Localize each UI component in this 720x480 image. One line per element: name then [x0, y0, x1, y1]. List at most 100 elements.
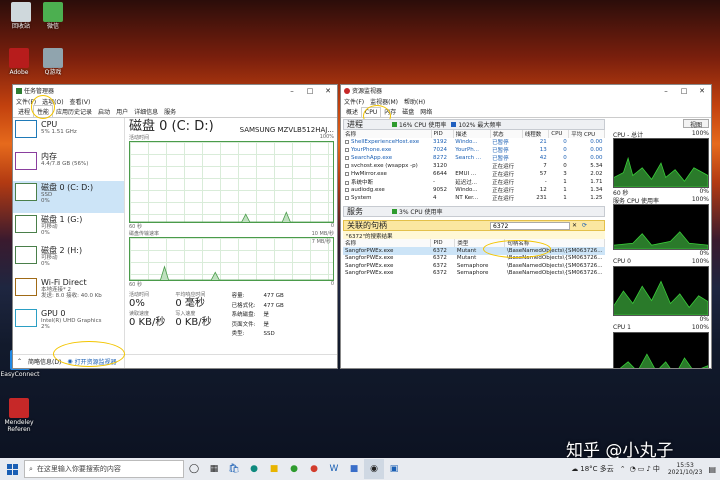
menu-file[interactable]: 文件(F) — [344, 97, 364, 106]
services-section-header[interactable]: 服务 3% CPU 使用率 — [343, 206, 605, 217]
table-row[interactable]: System 4 NT Ker... 正在运行 231 1 1.25 — [343, 194, 605, 202]
desktop-icon-adobe[interactable]: Adobe — [0, 48, 38, 76]
tab-network[interactable]: 网络 — [417, 106, 435, 117]
chevron-up-icon[interactable]: ⌃ — [17, 358, 22, 365]
cloud-icon: ☁ — [571, 465, 579, 473]
task-manager-window: 任务管理器 – □ ✕ 文件(F) 选项(O) 查看(V) 进程 性能 应用历史记录… — [12, 84, 338, 369]
desktop-icon-wechat[interactable]: 微信 — [34, 2, 72, 30]
windows-icon — [6, 463, 18, 475]
tray-icons[interactable]: ◔▭♪中 — [630, 464, 662, 474]
resource-monitor-tabs: 概述 CPU 内存 磁盘 网络 — [341, 106, 711, 118]
search-icon: ⌕ — [29, 464, 33, 473]
resource-monitor-window: 资源监视器 – □ ✕ 文件(F) 监视器(M) 帮助(H) 概述 CPU 内存 磁… — [340, 84, 712, 369]
resource-monitor-title-icon — [344, 87, 350, 94]
file-explorer-icon[interactable]: ■ — [264, 459, 284, 479]
taskbar: ⌕ 在这里输入你要搜索的内容 ◯ ▦ 🛍 ● ■ ● ● W ■ ◉ ▣ ☁ 18°… — [0, 458, 720, 480]
table-row[interactable]: SangforPWEx.exe 6372 Mutant \BaseNamedObjec… — [343, 255, 605, 263]
sidebar-item-memory[interactable]: 内存 4.4/7.8 GB (56%) — [13, 150, 124, 182]
table-row[interactable]: SangforPWEx.exe 6372 Mutant \BaseNamedObjec… — [343, 247, 605, 255]
cpu1-graph — [613, 332, 709, 368]
tab-startup[interactable]: 启动 — [95, 106, 113, 117]
sidebar-item-wifi-direct[interactable]: Wi-Fi Direct 本地连接* 2 发送: 8.0 接收: 40.0 Kb — [13, 276, 124, 308]
table-row[interactable]: svchost.exe (wsappx -p) 3120 正在运行 7 0 5.34 — [343, 162, 605, 170]
tray-chevron-icon[interactable]: ⌃ — [620, 465, 626, 473]
cpu-total-graph — [613, 138, 709, 188]
handles-table: 名称 PID 类型 句柄名称 SangforPWEx.exe 6372 Mutant \Ba… — [343, 239, 605, 277]
disk-detail-panel: 磁盘 0 (C: D:) SAMSUNG MZVLB512HAJ... 活动时间 1… — [129, 118, 334, 354]
maximize-icon[interactable]: □ — [301, 87, 319, 95]
disk1-graph-thumb — [15, 214, 37, 233]
app-icon[interactable]: ■ — [344, 459, 364, 479]
start-button[interactable] — [0, 459, 24, 479]
edge-icon[interactable]: ● — [244, 459, 264, 479]
resource-monitor-taskbar-icon[interactable]: ◉ — [364, 459, 384, 479]
cpu-graph-thumb — [15, 120, 37, 138]
table-row[interactable]: ShellExperienceHost.exe 3192 Windo... 已暂停 21… — [343, 138, 605, 146]
service-cpu-graph — [613, 204, 709, 250]
tab-app-history[interactable]: 应用历史记录 — [53, 106, 95, 117]
disk0-graph-thumb — [15, 183, 37, 201]
search-result-caption: "6372"的搜索结果 — [343, 231, 605, 240]
table-row[interactable]: audiodg.exe 9052 Windo... 正在运行 12 1 1.34 — [343, 186, 605, 194]
desktop-icon-mendeley[interactable]: Mendeley Referen — [0, 398, 38, 433]
wechat-icon — [43, 2, 63, 22]
cpu-left-pane: 进程 16% CPU 使用率 102% 最大频率 名称 PID 描述 状态 线程数 CPU… — [343, 119, 605, 366]
table-row[interactable]: SangforPWEx.exe 6372 Semaphore \BaseNamedOb… — [343, 270, 605, 278]
table-row[interactable]: 系统中断 - 延迟过... 正在运行 -1 1.71 — [343, 178, 605, 186]
sidebar-item-gpu0[interactable]: GPU 0 Intel(R) UHD Graphics 2% — [13, 307, 124, 339]
table-row[interactable]: YourPhone.exe 7024 YourPh... 已暂停 13 0 0.00 — [343, 146, 605, 154]
close-icon[interactable]: ✕ — [319, 87, 337, 95]
close-icon[interactable]: ✕ — [693, 87, 711, 95]
game-icon — [43, 48, 63, 68]
sidebar-item-disk2[interactable]: 磁盘 2 (H:) 可移动 0% — [13, 244, 124, 276]
resource-monitor-menubar: 文件(F) 监视器(M) 帮助(H) — [341, 96, 711, 106]
disk-title: 磁盘 0 (C: D:) — [129, 119, 214, 134]
disk2-graph-thumb — [15, 246, 37, 264]
task-manager-icon — [16, 87, 22, 94]
view-button[interactable]: 视图 — [682, 119, 709, 129]
remote-icon[interactable]: ▣ — [384, 459, 404, 479]
cpu0-graph — [613, 266, 709, 316]
wechat-taskbar-icon[interactable]: ● — [284, 459, 304, 479]
notification-icon[interactable]: ▤ — [708, 465, 716, 474]
processes-section-header[interactable]: 进程 16% CPU 使用率 102% 最大频率 — [343, 119, 605, 130]
handles-section-header[interactable]: 关联的句柄 ✕ ⟳ — [343, 220, 605, 231]
weather-widget[interactable]: ☁ 18°C 多云 — [571, 464, 614, 474]
disk-properties: 容量: 477 GB 已格式化: 477 GB 系统磁盘: 是 页面文件: 是 类型: S… — [231, 293, 284, 337]
clear-search-icon[interactable]: ✕ — [572, 222, 577, 229]
tab-disk[interactable]: 磁盘 — [399, 106, 417, 117]
task-view-icon[interactable]: ◯ — [184, 459, 204, 479]
table-row[interactable]: SangforPWEx.exe 6372 Semaphore \BaseNamedOb… — [343, 262, 605, 270]
word-icon[interactable]: W — [324, 459, 344, 479]
highlight-circle-search — [483, 240, 551, 258]
sidebar-item-cpu[interactable]: CPU 5% 1.51 GHz — [13, 118, 124, 150]
chrome-icon[interactable]: ● — [304, 459, 324, 479]
widgets-icon[interactable]: ▦ — [204, 459, 224, 479]
minimize-icon[interactable]: – — [283, 87, 301, 95]
adobe-icon — [9, 48, 29, 68]
table-row[interactable]: HwMirror.exe 6644 EMUI ... 正在运行 57 3 2.02 — [343, 170, 605, 178]
task-manager-menubar: 文件(F) 选项(O) 查看(V) — [13, 96, 337, 106]
mendeley-icon — [9, 398, 29, 418]
menu-view[interactable]: 查看(V) — [70, 97, 91, 106]
desktop-icon-qgame[interactable]: Q游戏 — [34, 48, 72, 76]
task-manager-titlebar[interactable]: 任务管理器 – □ ✕ — [13, 85, 337, 96]
menu-help[interactable]: 帮助(H) — [404, 97, 425, 106]
memory-graph-thumb — [15, 151, 37, 170]
table-row[interactable]: SearchApp.exe 8272 Search ... 已暂停 42 0 0.00 — [343, 154, 605, 162]
resource-monitor-titlebar[interactable]: 资源监视器 – □ ✕ — [341, 85, 711, 96]
recycle-bin-icon — [11, 2, 31, 22]
transfer-rate-graph: 7 MB/秒 — [129, 237, 334, 281]
maximize-icon[interactable]: □ — [675, 87, 693, 95]
refresh-search-icon[interactable]: ⟳ — [582, 222, 587, 229]
processes-table: 名称 PID 描述 状态 线程数 CPU 平均 CPU ShellExperienceHos… — [343, 130, 605, 202]
handle-search-input[interactable] — [490, 222, 570, 230]
highlight-circle — [31, 95, 55, 119]
clock[interactable]: 15:53 2021/10/23 — [668, 462, 703, 476]
sidebar-item-disk0[interactable]: 磁盘 0 (C: D:) SSD 0% — [13, 181, 124, 213]
sidebar-item-disk1[interactable]: 磁盘 1 (G:) 可移动 0% — [13, 213, 124, 245]
taskbar-search[interactable]: ⌕ 在这里输入你要搜索的内容 — [24, 460, 184, 478]
store-icon[interactable]: 🛍 — [224, 459, 244, 479]
tab-overview[interactable]: 概述 — [343, 106, 361, 117]
minimize-icon[interactable]: – — [657, 87, 675, 95]
